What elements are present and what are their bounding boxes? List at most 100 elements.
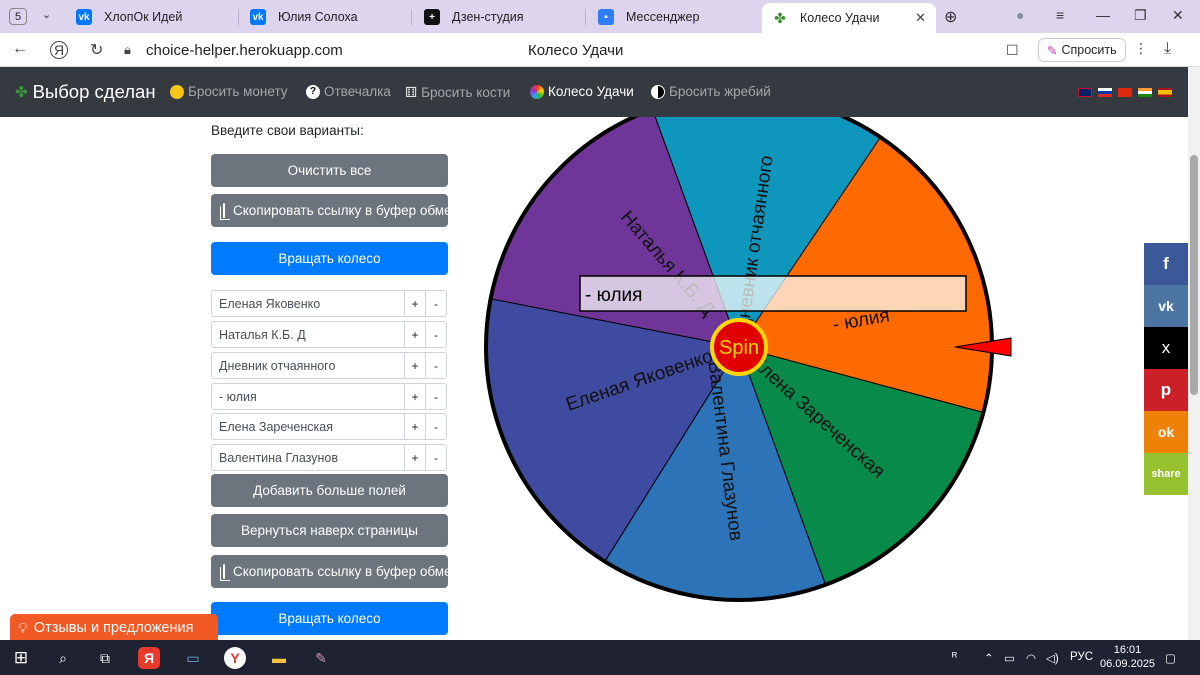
entry-row: - юлия + - (211, 383, 448, 410)
volume-icon[interactable]: ◁) (1046, 651, 1059, 665)
question-icon: ? (306, 84, 320, 99)
tray-chevron-icon[interactable]: ⌃ (984, 651, 994, 665)
nav-lots[interactable]: Бросить жребий (651, 84, 771, 99)
share-facebook-button[interactable]: f (1144, 243, 1188, 285)
nav-label: Отвечалка (324, 84, 391, 99)
clover-icon: ✤ (774, 9, 786, 26)
task-view-icon[interactable]: ⧉ (94, 647, 116, 669)
tab-hlopok[interactable]: vk ХлопОк Идей (76, 4, 182, 30)
copy-link-button-bottom[interactable]: Скопировать ссылку в буфер обмена (211, 555, 448, 588)
more-icon[interactable]: ⋮ (1134, 40, 1148, 57)
lightbulb-icon: 💡︎ (18, 619, 28, 636)
entry-plus-button[interactable]: + (405, 352, 426, 379)
ask-button[interactable]: ✎ Спросить (1038, 38, 1126, 62)
feedback-button[interactable]: 💡︎ Отзывы и предложения (10, 614, 218, 642)
wifi-icon[interactable]: ◠ (1026, 651, 1036, 665)
restore-icon[interactable]: ❐ (1134, 7, 1147, 24)
file-explorer-icon[interactable]: ▬ (268, 647, 290, 669)
nav-wheel[interactable]: Колесо Удачи (530, 84, 634, 99)
yandex-browser-icon[interactable]: Y (224, 647, 246, 669)
brand[interactable]: ✤ Выбор сделан (15, 81, 156, 103)
address-page-title: Колесо Удачи (528, 42, 624, 59)
fortune-wheel[interactable]: Еленая ЯковенкоНаталья К.Б. Д Дневник отч… (440, 117, 1040, 640)
tab-label: ХлопОк Идей (104, 10, 183, 24)
notification-icon[interactable]: ▢ (1165, 651, 1176, 665)
share-generic-button[interactable]: share (1144, 453, 1188, 495)
tab-koleso[interactable]: ✤ Колесо Удачи ✕ (762, 3, 936, 33)
paint-app-icon[interactable]: ✎ (310, 647, 332, 669)
spin-center-label: Spin (719, 337, 759, 359)
intro-text: Введите свои варианты: (211, 123, 364, 138)
entry-input[interactable]: Наталья К.Б. Д (211, 321, 405, 348)
entry-input[interactable]: Елена Зареченская (211, 413, 405, 440)
entry-plus-button[interactable]: + (405, 321, 426, 348)
new-tab-icon[interactable]: ⊕ (944, 7, 957, 27)
profile-icon[interactable]: ● (1016, 7, 1024, 23)
clear-all-button[interactable]: Очистить все (211, 154, 448, 187)
ask-label: Спросить (1061, 43, 1117, 57)
share-x-button[interactable]: x (1144, 327, 1188, 369)
people-icon[interactable]: ᴿ (952, 651, 957, 663)
entry-input[interactable]: - юлия (211, 383, 405, 410)
taskbar-clock[interactable]: 16:01 06.09.2025 (1100, 643, 1155, 671)
language-indicator[interactable]: РУС (1070, 651, 1093, 663)
entry-input[interactable]: Дневник отчаянного (211, 352, 405, 379)
spin-wheel-button[interactable]: Вращать колесо (211, 242, 448, 275)
flag-es-icon[interactable] (1158, 88, 1172, 97)
windows-taskbar: ⊞ ⌕ ⧉ Я ▭ Y ▬ ✎ ᴿ ⌃ ▭ ◠ ◁) РУС 16:01 06.… (0, 640, 1200, 675)
nav-coin[interactable]: Бросить монету (170, 84, 288, 99)
nav-answer[interactable]: ? Отвечалка (306, 84, 391, 99)
yandex-app-icon[interactable]: Я (138, 647, 160, 669)
entry-plus-button[interactable]: + (405, 383, 426, 410)
spin-wheel-button-bottom[interactable]: Вращать колесо (211, 602, 448, 635)
monitor-app-icon[interactable]: ▭ (182, 647, 204, 669)
back-arrow-icon[interactable]: ← (12, 40, 28, 58)
minimize-icon[interactable]: — (1096, 7, 1110, 23)
scrollbar-thumb[interactable] (1190, 155, 1198, 395)
tab-counter[interactable]: 5 (9, 8, 27, 25)
entry-plus-button[interactable]: + (405, 413, 426, 440)
nav-dice[interactable]: ⚅ Бросить кости (405, 84, 510, 101)
windows-start-icon[interactable]: ⊞ (10, 647, 32, 669)
add-fields-button[interactable]: Добавить больше полей (211, 474, 448, 507)
url-text[interactable]: choice-helper.herokuapp.com (146, 42, 343, 59)
flag-en-icon[interactable] (1078, 88, 1092, 97)
search-icon[interactable]: ⌕ (52, 647, 74, 669)
entry-row: Валентина Глазунов + - (211, 444, 448, 471)
close-window-icon[interactable]: ✕ (1172, 7, 1184, 24)
clipboard-icon (220, 564, 230, 581)
close-tab-icon[interactable]: ✕ (915, 10, 926, 26)
tab-divider (585, 9, 586, 25)
battery-icon[interactable]: ▭ (1004, 651, 1015, 665)
share-ok-button[interactable]: ok (1144, 411, 1188, 453)
entry-input[interactable]: Еленая Яковенко (211, 290, 405, 317)
tab-dzen[interactable]: + Дзен-студия (424, 4, 523, 30)
share-vk-button[interactable]: vk (1144, 285, 1188, 327)
flag-ru-icon[interactable] (1098, 88, 1112, 97)
flag-in-icon[interactable] (1138, 88, 1152, 97)
copy-link-label: Скопировать ссылку в буфер обмена (233, 564, 448, 579)
yandex-home-icon[interactable]: Я (50, 41, 68, 59)
language-flags (1078, 88, 1172, 97)
share-pinterest-button[interactable]: p (1144, 369, 1188, 411)
menu-icon[interactable]: ≡ (1056, 7, 1064, 23)
copy-link-button[interactable]: Скопировать ссылку в буфер обмена (211, 194, 448, 227)
bookmark-icon[interactable]: ☐ (1006, 42, 1019, 59)
spin-wheel-label: Вращать колесо (278, 251, 381, 266)
entry-row: Дневник отчаянного + - (211, 352, 448, 379)
entry-row: Наталья К.Б. Д + - (211, 321, 448, 348)
tab-divider (238, 9, 239, 25)
clover-icon: ✤ (15, 84, 28, 101)
entry-plus-button[interactable]: + (405, 290, 426, 317)
entry-input[interactable]: Валентина Глазунов (211, 444, 405, 471)
tab-messenger[interactable]: ▪ Мессенджер (598, 4, 699, 30)
download-icon[interactable]: ⤓ (1164, 40, 1171, 58)
flag-cn-icon[interactable] (1118, 88, 1132, 97)
lock-icon: 🔒︎ (124, 42, 131, 57)
feedback-label: Отзывы и предложения (33, 620, 194, 636)
entry-plus-button[interactable]: + (405, 444, 426, 471)
chevron-down-icon[interactable]: ⌄ (42, 8, 51, 21)
back-to-top-button[interactable]: Вернуться наверх страницы (211, 514, 448, 547)
reload-icon[interactable]: ↻ (90, 40, 103, 60)
tab-yulia[interactable]: vk Юлия Солоха (250, 4, 358, 30)
